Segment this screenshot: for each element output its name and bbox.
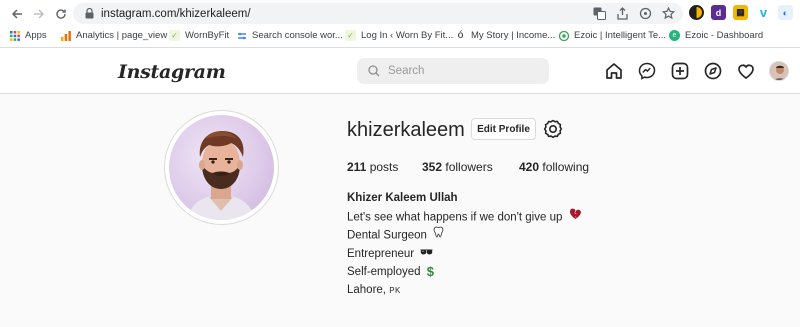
search-box[interactable] (357, 58, 549, 84)
wornbyfit-favicon: ✓ (345, 30, 356, 41)
new-post-icon[interactable] (670, 61, 690, 81)
explore-compass-icon[interactable] (703, 61, 723, 81)
browser-chrome: instagram.com/khizerkaleem/ d ▦ v ◐ Apps… (0, 0, 800, 48)
back-icon[interactable] (8, 5, 26, 23)
activity-heart-icon[interactable] (736, 61, 756, 81)
stat-followers[interactable]: 352 followers (422, 160, 493, 174)
profile-picture[interactable] (164, 110, 279, 225)
bookmark-my-story[interactable]: ó My Story | Income... (455, 30, 556, 41)
profile-bio: Khizer Kaleem Ullah Let's see what happe… (347, 190, 582, 299)
bio-line-text: Self-employed (347, 266, 421, 279)
extension-puzzle-icon[interactable] (638, 6, 652, 20)
bookmark-label[interactable]: Ezoic - Dashboard (685, 30, 763, 41)
apps-grid-icon (9, 30, 20, 41)
stat-following[interactable]: 420 following (519, 160, 589, 174)
url-text[interactable]: instagram.com/khizerkaleem/ (101, 8, 251, 20)
forward-icon[interactable] (30, 5, 48, 23)
bio-location-text: Lahore, (347, 283, 387, 296)
edit-profile-button[interactable]: Edit Profile (471, 118, 536, 140)
extension-icon-1[interactable] (689, 5, 704, 20)
profile-avatar-illustration (169, 115, 274, 220)
followers-label[interactable]: followers (445, 160, 492, 174)
my-story-icon: ó (457, 30, 464, 41)
search-console-icon (236, 30, 247, 41)
bio-line-text: Entrepreneur (347, 247, 415, 260)
bio-line-text: Let's see what happens if we don't give … (347, 210, 563, 223)
bio-line: Self-employed $ (347, 263, 582, 281)
profile-full-name: Khizer Kaleem Ullah (347, 192, 458, 204)
stat-posts: 211 posts (347, 160, 398, 174)
profile-avatar[interactable] (769, 61, 789, 81)
translate-icon[interactable] (592, 6, 606, 20)
bookmark-apps[interactable]: Apps (9, 30, 47, 41)
bio-line: Lahore, PK (347, 282, 582, 300)
reload-icon[interactable] (52, 5, 70, 23)
bio-line: Entrepreneur (347, 245, 582, 263)
ezoic-icon (558, 30, 569, 41)
home-icon[interactable] (604, 61, 624, 81)
browser-toolbar: instagram.com/khizerkaleem/ d ▦ v ◐ (0, 0, 800, 27)
bookmark-ezoic-dashboard[interactable]: e Ezoic - Dashboard (669, 30, 763, 41)
extension-icon-5[interactable]: ◐ (778, 5, 793, 20)
bio-line-text: Dental Surgeon (347, 229, 427, 242)
bookmark-analytics[interactable]: Analytics | page_view (60, 30, 167, 41)
bookmark-label[interactable]: Apps (25, 30, 47, 41)
vimeo-icon[interactable]: v (756, 5, 771, 20)
analytics-icon (60, 30, 71, 41)
posts-label: posts (369, 160, 399, 174)
nav-icons (604, 61, 789, 81)
bio-country-code: PK (389, 285, 401, 295)
following-label[interactable]: following (542, 160, 589, 174)
bio-line: Let's see what happens if we don't give … (347, 208, 582, 227)
bookmark-label[interactable]: Log In ‹ Worn By Fit... (361, 30, 453, 41)
bookmark-label[interactable]: Analytics | page_view (76, 30, 167, 41)
bookmarks-bar: Apps Analytics | page_view ✓ WornByFit S… (0, 27, 800, 47)
search-input[interactable] (388, 65, 528, 77)
followers-count[interactable]: 352 (422, 160, 442, 174)
following-count[interactable]: 420 (519, 160, 539, 174)
broken-heart-emoji-icon (569, 208, 582, 227)
bookmark-star-icon[interactable] (661, 6, 675, 20)
tooth-emoji-icon (433, 226, 444, 245)
search-icon (368, 65, 380, 77)
wornbyfit-favicon: ✓ (169, 30, 180, 41)
bookmark-login[interactable]: ✓ Log In ‹ Worn By Fit... (345, 30, 453, 41)
bookmark-label[interactable]: WornByFit (185, 30, 229, 41)
profile-username: khizerkaleem (347, 119, 465, 141)
instagram-logo[interactable]: Instagram (118, 61, 226, 83)
settings-gear-icon[interactable] (543, 119, 563, 139)
sunglasses-emoji-icon (420, 245, 433, 263)
address-bar[interactable]: instagram.com/khizerkaleem/ (73, 3, 683, 24)
bookmark-label[interactable]: Search console wor... (252, 30, 343, 41)
bookmark-ezoic-intelligent[interactable]: Ezoic | Intelligent Te... (558, 30, 666, 41)
share-icon[interactable] (615, 6, 629, 20)
extension-icon-3[interactable]: ▦ (733, 5, 748, 20)
messenger-icon[interactable] (637, 61, 657, 81)
extension-icon-2[interactable]: d (711, 5, 726, 20)
dollar-sign-emoji-icon: $ (426, 264, 434, 280)
ezoic-dashboard-icon: e (669, 30, 680, 41)
bookmark-label[interactable]: Ezoic | Intelligent Te... (574, 30, 666, 41)
bookmark-search-console[interactable]: Search console wor... (236, 30, 343, 41)
bookmark-label[interactable]: My Story | Income... (471, 30, 555, 41)
bio-line: Dental Surgeon (347, 226, 582, 245)
posts-count: 211 (347, 160, 367, 174)
bookmark-wornbyfit[interactable]: ✓ WornByFit (169, 30, 229, 41)
lock-icon[interactable] (83, 8, 95, 20)
